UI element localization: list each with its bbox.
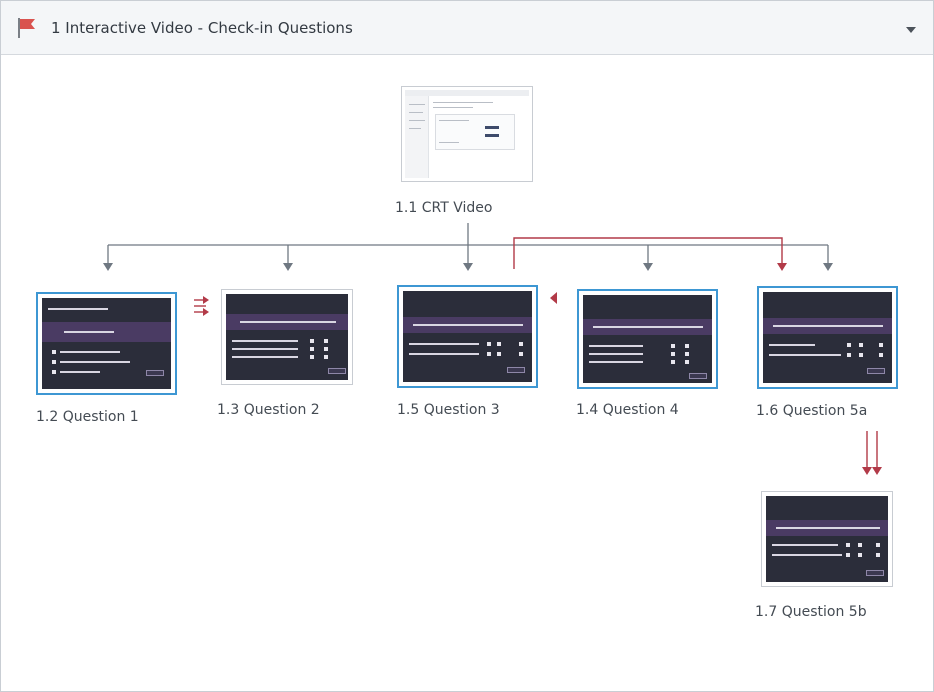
slide-label-question-5a: 1.6 Question 5a (756, 403, 868, 419)
slide-thumbnail-question-4[interactable] (577, 289, 718, 389)
question-2-preview (226, 294, 348, 380)
scene-header[interactable]: 1 Interactive Video - Check-in Questions (1, 1, 933, 55)
slide-thumbnail-question-1[interactable] (36, 292, 177, 395)
slide-thumbnail-question-3[interactable] (397, 285, 538, 388)
question-5a-preview (763, 292, 892, 383)
scene-title: 1 Interactive Video - Check-in Questions (51, 19, 353, 37)
slide-label-question-1: 1.2 Question 1 (36, 409, 139, 425)
slide-thumbnail-crt-video[interactable] (401, 86, 533, 182)
slide-label-question-3: 1.5 Question 3 (397, 402, 500, 418)
scene-panel: 1 Interactive Video - Check-in Questions (0, 0, 934, 692)
slide-label-crt-video: 1.1 CRT Video (395, 200, 493, 216)
slide-label-question-5b: 1.7 Question 5b (755, 604, 867, 620)
dropdown-arrow-icon[interactable] (904, 25, 918, 35)
flag-icon (18, 18, 35, 38)
question-1-preview (42, 298, 171, 389)
question-3-preview (403, 291, 532, 382)
question-5b-preview (766, 496, 888, 582)
slide-thumbnail-question-2[interactable] (221, 289, 353, 385)
question-4-preview (583, 295, 712, 383)
crt-video-preview (405, 90, 529, 178)
slide-label-question-2: 1.3 Question 2 (217, 402, 320, 418)
slide-thumbnail-question-5b[interactable] (761, 491, 893, 587)
slide-thumbnail-question-5a[interactable] (757, 286, 898, 389)
slide-label-question-4: 1.4 Question 4 (576, 402, 679, 418)
